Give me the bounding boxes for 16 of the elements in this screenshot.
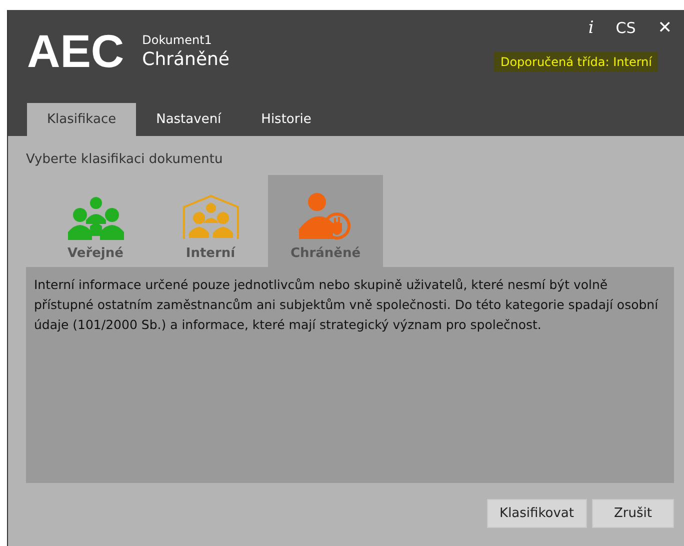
document-classification: Chráněné [142,49,230,70]
info-button[interactable]: i [582,18,600,38]
classify-button[interactable]: Klasifikovat [486,499,587,528]
document-name: Dokument1 [142,33,213,47]
cancel-button[interactable]: Zrušit [592,499,674,528]
language-button[interactable]: CS [610,18,642,38]
tab[interactable]: Historie [241,103,332,136]
classification-option[interactable]: Interní [153,175,268,267]
close-button[interactable]: ✕ [652,18,678,38]
recommended-class: Doporučená třída: Interní [494,52,658,72]
prompt-text: Vyberte klasifikaci dokumentu [26,152,224,167]
tab[interactable]: Klasifikace [27,103,136,136]
tab[interactable]: Nastavení [136,103,242,136]
classification-option[interactable]: Veřejné [38,175,153,267]
description-text: Interní informace určené pouze jednotlivcům nebo skupině uživatelů, které nesmí být volně přístupné ostatním zaměstnancům ani subjektům vně společnosti. Do této kategorie spadají osobní údaje (101/2000 Sb.) a informace, které mají strategický význam pro společnost. [34,276,660,334]
logo: AEC [27,28,124,74]
